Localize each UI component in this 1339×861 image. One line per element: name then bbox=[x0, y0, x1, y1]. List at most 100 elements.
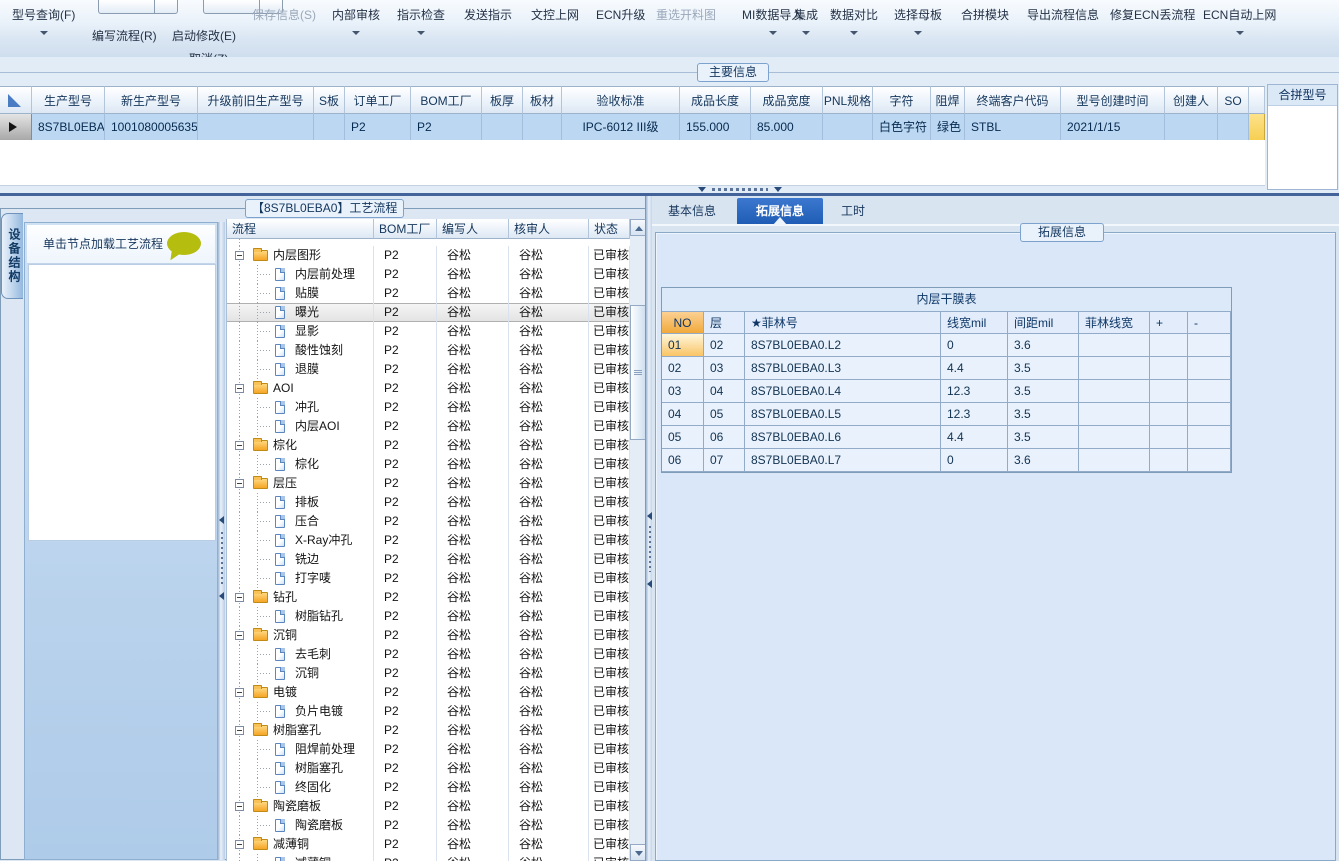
film-table-cell[interactable]: 0 bbox=[941, 449, 1008, 472]
tree-row-folder[interactable]: AOI P2 谷松 谷松 已审核 bbox=[227, 379, 630, 398]
tree-row-step[interactable]: 棕化 P2 谷松 谷松 已审核 bbox=[227, 455, 630, 474]
collapse-toggle-icon[interactable] bbox=[235, 726, 244, 735]
grid-cell[interactable] bbox=[523, 114, 562, 140]
toolbar-item-16[interactable]: 合拼模块 bbox=[957, 4, 1013, 25]
tab-device-structure[interactable]: 设备结构 bbox=[1, 213, 23, 299]
film-table-row[interactable]: 06 07 8S7BL0EBA0.L7 0 3.6 bbox=[662, 449, 1231, 472]
grid-cell[interactable]: IPC-6012 III级 bbox=[562, 114, 680, 140]
film-column-header[interactable]: 线宽mil bbox=[941, 312, 1008, 334]
film-table-cell[interactable]: 8S7BL0EBA0.L5 bbox=[745, 403, 941, 426]
film-table-cell[interactable]: 3.5 bbox=[1008, 380, 1079, 403]
film-table-cell[interactable]: 12.3 bbox=[941, 380, 1008, 403]
dropdown-arrow-icon[interactable] bbox=[352, 31, 360, 35]
tree-row-step[interactable]: 去毛刺 P2 谷松 谷松 已审核 bbox=[227, 645, 630, 664]
grid-column-header[interactable]: 终端客户代码 bbox=[965, 86, 1061, 114]
toolbar-item-13[interactable]: 集成 bbox=[790, 4, 822, 25]
toolbar-item-18[interactable]: 修复ECN丢流程 bbox=[1106, 4, 1199, 25]
film-table-cell[interactable]: 05 bbox=[662, 426, 704, 449]
film-table-cell[interactable]: 06 bbox=[704, 426, 745, 449]
tree-row-step[interactable]: 排板 P2 谷松 谷松 已审核 bbox=[227, 493, 630, 512]
grid-column-header[interactable]: BOM工厂 bbox=[411, 86, 482, 114]
grid-cell[interactable]: 绿色 bbox=[931, 114, 965, 140]
collapse-toggle-icon[interactable] bbox=[235, 631, 244, 640]
tree-row-folder[interactable]: 陶瓷磨板 P2 谷松 谷松 已审核 bbox=[227, 797, 630, 816]
film-table-cell[interactable] bbox=[1188, 380, 1231, 403]
toolbar-item-7[interactable]: 指示检查 bbox=[393, 4, 449, 25]
grid-column-header[interactable]: PNL规格 bbox=[823, 86, 873, 114]
tree-row-step[interactable]: 终固化 P2 谷松 谷松 已审核 bbox=[227, 778, 630, 797]
tree-column-header[interactable]: 编写人 bbox=[437, 219, 509, 239]
toolbar-item-9[interactable]: 文控上网 bbox=[527, 4, 583, 25]
toolbar-item-3[interactable]: 启动修改(E) bbox=[168, 25, 240, 46]
grid-cell[interactable] bbox=[482, 114, 523, 140]
film-table-cell[interactable]: 3.5 bbox=[1008, 357, 1079, 380]
film-column-header[interactable]: 间距mil bbox=[1008, 312, 1079, 334]
grid-column-header[interactable]: 板材 bbox=[523, 86, 562, 114]
film-table-cell[interactable]: 8S7BL0EBA0.L4 bbox=[745, 380, 941, 403]
tree-column-header[interactable]: 核审人 bbox=[509, 219, 589, 239]
grid-column-header[interactable]: 型号创建时间 bbox=[1061, 86, 1165, 114]
tree-row-step[interactable]: 压合 P2 谷松 谷松 已审核 bbox=[227, 512, 630, 531]
tree-row-step[interactable]: 沉铜 P2 谷松 谷松 已审核 bbox=[227, 664, 630, 683]
dropdown-arrow-icon[interactable] bbox=[1235, 31, 1244, 35]
grid-cell[interactable] bbox=[314, 114, 345, 140]
toolbar-item-1[interactable]: 型号查询(F) bbox=[8, 4, 79, 25]
tree-row-step[interactable]: 显影 P2 谷松 谷松 已审核 bbox=[227, 322, 630, 341]
grid-cell[interactable] bbox=[198, 114, 314, 140]
collapse-toggle-icon[interactable] bbox=[235, 593, 244, 602]
film-table-cell[interactable] bbox=[1150, 334, 1188, 357]
tree-row-step[interactable]: 陶瓷磨板 P2 谷松 谷松 已审核 bbox=[227, 816, 630, 835]
grid-column-header[interactable]: SO bbox=[1218, 86, 1249, 114]
toolbar-item-10[interactable]: ECN升级 bbox=[592, 4, 649, 25]
toolbar-clipped-button[interactable] bbox=[98, 0, 178, 14]
grid-column-header[interactable]: 创建人 bbox=[1165, 86, 1218, 114]
tree-row-step[interactable]: 减薄铜P2谷松谷松已审核 bbox=[227, 854, 630, 861]
grid-cell[interactable]: P2 bbox=[345, 114, 411, 140]
film-table-cell[interactable] bbox=[1079, 426, 1150, 449]
film-table-cell[interactable] bbox=[1188, 357, 1231, 380]
dropdown-arrow-icon[interactable] bbox=[850, 31, 858, 35]
film-table-cell[interactable] bbox=[1079, 403, 1150, 426]
film-table-cell[interactable] bbox=[1079, 380, 1150, 403]
film-table-cell[interactable] bbox=[1150, 380, 1188, 403]
toolbar-item-15[interactable]: 选择母板 bbox=[890, 4, 946, 25]
tree-row-step[interactable]: 冲孔 P2 谷松 谷松 已审核 bbox=[227, 398, 630, 417]
tree-row-step[interactable]: 树脂塞孔 P2 谷松 谷松 已审核 bbox=[227, 759, 630, 778]
tree-row-step[interactable]: 打字唛 P2 谷松 谷松 已审核 bbox=[227, 569, 630, 588]
film-table-cell[interactable] bbox=[1150, 426, 1188, 449]
film-table-cell[interactable] bbox=[1150, 357, 1188, 380]
tree-row-folder[interactable]: 层压 P2 谷松 谷松 已审核 bbox=[227, 474, 630, 493]
grid-cell[interactable]: 2021/1/15 bbox=[1061, 114, 1165, 140]
film-table-cell[interactable] bbox=[1079, 449, 1150, 472]
toolbar-item-17[interactable]: 导出流程信息 bbox=[1023, 4, 1103, 25]
tree-row-step[interactable]: 内层前处理 P2 谷松 谷松 已审核 bbox=[227, 265, 630, 284]
tree-row-step[interactable]: 负片电镀 P2 谷松 谷松 已审核 bbox=[227, 702, 630, 721]
dropdown-arrow-icon[interactable] bbox=[914, 31, 922, 35]
grid-cell[interactable]: 85.000 bbox=[751, 114, 823, 140]
grid-column-header[interactable]: 生产型号 bbox=[32, 86, 105, 114]
tree-row-step[interactable]: 内层AOI P2 谷松 谷松 已审核 bbox=[227, 417, 630, 436]
grid-cell[interactable]: 8S7BL0EBA0 bbox=[32, 114, 105, 140]
scrollbar-thumb[interactable] bbox=[630, 305, 646, 440]
film-table-cell[interactable]: 8S7BL0EBA0.L2 bbox=[745, 334, 941, 357]
tab-extended-info[interactable]: 拓展信息 bbox=[737, 198, 823, 225]
tree-row-step[interactable]: 退膜 P2 谷松 谷松 已审核 bbox=[227, 360, 630, 379]
film-table-cell[interactable] bbox=[1188, 426, 1231, 449]
film-table-cell[interactable]: 06 bbox=[662, 449, 704, 472]
grid-column-header[interactable]: 成品长度 bbox=[680, 86, 751, 114]
film-table-cell[interactable]: 04 bbox=[704, 380, 745, 403]
collapse-toggle-icon[interactable] bbox=[235, 688, 244, 697]
tab-work-hours[interactable]: 工时 bbox=[827, 198, 879, 224]
film-table-row[interactable]: 02 03 8S7BL0EBA0.L3 4.4 3.5 bbox=[662, 357, 1231, 380]
toolbar-item-8[interactable]: 发送指示 bbox=[460, 4, 516, 25]
tree-column-header[interactable]: BOM工厂 bbox=[374, 219, 437, 239]
grid-cell[interactable] bbox=[1165, 114, 1218, 140]
device-tree-area[interactable] bbox=[28, 264, 216, 541]
main-info-grid-row[interactable]: 8S7BL0EBA0 10010800056352 P2 P2 IPC-6012 III… bbox=[0, 114, 1265, 140]
dropdown-arrow-icon[interactable] bbox=[417, 31, 425, 35]
grid-column-header[interactable]: 升级前旧生产型号 bbox=[198, 86, 314, 114]
film-table-cell[interactable]: 03 bbox=[662, 380, 704, 403]
tree-row-folder[interactable]: 沉铜 P2 谷松 谷松 已审核 bbox=[227, 626, 630, 645]
scroll-up-button[interactable] bbox=[630, 219, 646, 236]
collapse-toggle-icon[interactable] bbox=[235, 479, 244, 488]
